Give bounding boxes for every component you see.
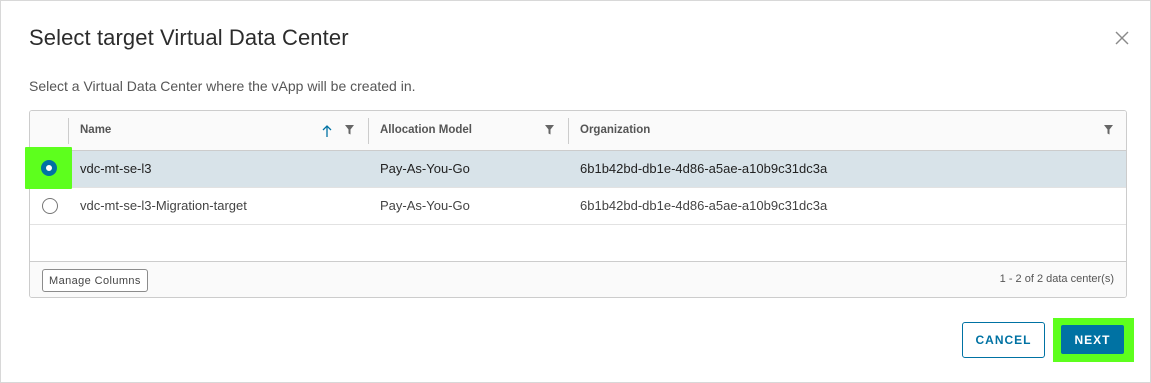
cell-name: vdc-mt-se-l3: [80, 161, 152, 176]
close-icon: [1115, 31, 1129, 45]
filter-icon[interactable]: [1103, 124, 1114, 136]
cell-organization: 6b1b42bd-db1e-4d86-a5ae-a10b9c31dc3a: [580, 161, 828, 176]
manage-columns-button[interactable]: Manage Columns: [42, 269, 148, 292]
cell-allocation-model: Pay-As-You-Go: [380, 198, 470, 213]
filter-icon[interactable]: [344, 124, 355, 136]
column-header-allocation-model[interactable]: Allocation Model: [368, 111, 568, 150]
grid-footer: Manage Columns 1 - 2 of 2 data center(s): [30, 261, 1126, 297]
grid-header: Name Allocation Model Organization: [30, 111, 1126, 151]
select-vdc-dialog: Select target Virtual Data Center Select…: [0, 0, 1151, 383]
cancel-button[interactable]: CANCEL: [962, 322, 1045, 358]
table-row[interactable]: vdc-mt-se-l3-Migration-target Pay-As-You…: [30, 188, 1126, 225]
sort-ascending-icon[interactable]: [321, 124, 333, 138]
close-button[interactable]: [1111, 27, 1133, 49]
next-button-highlight: NEXT: [1053, 318, 1134, 362]
cell-allocation-model: Pay-As-You-Go: [380, 161, 470, 176]
pagination-description: 1 - 2 of 2 data center(s): [999, 273, 1114, 285]
next-button[interactable]: NEXT: [1061, 325, 1124, 354]
cell-organization: 6b1b42bd-db1e-4d86-a5ae-a10b9c31dc3a: [580, 198, 828, 213]
row-radio-checked[interactable]: [41, 160, 57, 176]
dialog-subtitle: Select a Virtual Data Center where the v…: [29, 78, 416, 94]
selected-row-radio-highlight[interactable]: [25, 147, 72, 189]
cell-name: vdc-mt-se-l3-Migration-target: [80, 198, 247, 213]
table-row[interactable]: vdc-mt-se-l3 Pay-As-You-Go 6b1b42bd-db1e…: [30, 151, 1126, 188]
row-radio[interactable]: [42, 198, 58, 214]
column-header-organization[interactable]: Organization: [568, 111, 1108, 150]
vdc-datagrid: Name Allocation Model Organization vdc-m…: [29, 110, 1127, 298]
filter-icon[interactable]: [544, 124, 555, 136]
dialog-title: Select target Virtual Data Center: [29, 25, 349, 50]
